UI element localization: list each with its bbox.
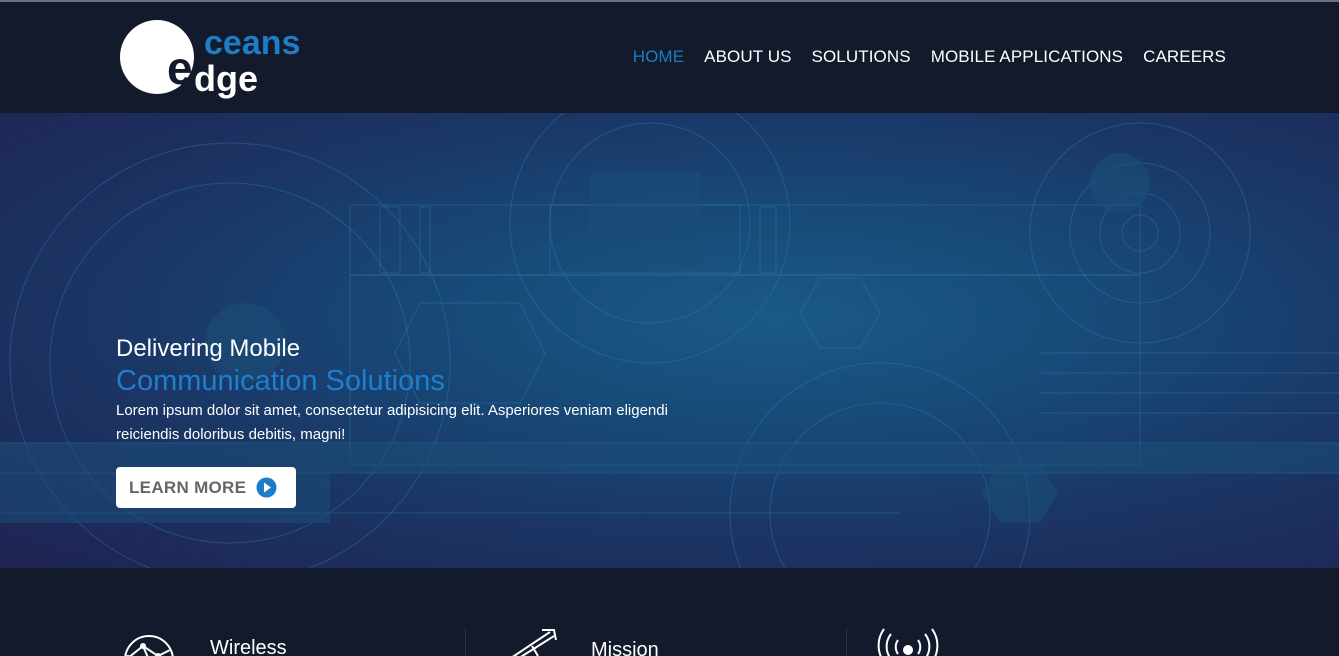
nav-about-us[interactable]: ABOUT US [704,47,791,67]
hero-title: Delivering Mobile [116,335,301,362]
network-globe-icon [124,635,174,656]
features-strip: Wireless Mission [0,568,1339,656]
rocket-icon [512,629,557,656]
oceans-edge-logo[interactable]: e ceans dge [120,18,320,100]
nav-solutions[interactable]: SOLUTIONS [812,47,911,67]
main-nav: HOME ABOUT US SOLUTIONS MOBILE APPLICATI… [633,47,1226,67]
learn-more-label: LEARN MORE [129,477,247,497]
logo-bottom-text: dge [194,58,258,99]
learn-more-button[interactable]: LEARN MORE [116,467,296,508]
site-header: e ceans dge HOME ABOUT US SOLUTIONS MOBI… [0,2,1339,113]
hero-banner: Delivering Mobile Communication Solution… [0,113,1339,568]
feature-title-mission: Mission [591,639,659,656]
logo-top-text: ceans [204,24,300,62]
feature-divider [846,628,847,656]
logo-e-letter: e [167,42,193,94]
play-circle-icon [256,477,277,498]
feature-divider [465,628,466,656]
nav-mobile-applications[interactable]: MOBILE APPLICATIONS [931,47,1123,67]
hero-description: Lorem ipsum dolor sit amet, consectetur … [116,402,668,443]
feature-title-wireless: Wireless [210,637,287,656]
nav-home[interactable]: HOME [633,47,684,67]
nav-careers[interactable]: CAREERS [1143,47,1226,67]
broadcast-signal-icon [877,628,939,656]
hero-subtitle: Communication Solutions [116,365,445,397]
